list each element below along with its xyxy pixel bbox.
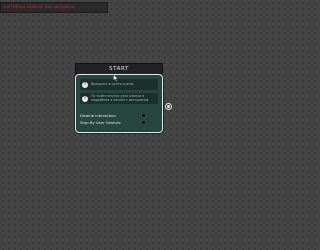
stop-by-user-gesture-checkbox[interactable] — [141, 120, 146, 125]
output-port-dot — [167, 105, 170, 108]
node-message-text: По тыйте внутри узла кнопки и подробнее … — [91, 93, 150, 102]
disable-interaction-checkbox[interactable] — [141, 113, 146, 118]
option-label: Disable Interaction — [80, 113, 116, 118]
option-disable-interaction: Disable Interaction — [80, 113, 146, 118]
output-port[interactable] — [165, 103, 172, 110]
info-icon: ! — [82, 81, 88, 88]
node-message-text: Вращаясь в центр сцены. — [91, 81, 135, 86]
info-icon: ! — [82, 95, 88, 102]
error-text: ыз?ябяы ирвзяг вы зыярвыя — [4, 5, 75, 10]
start-node-header[interactable]: START — [75, 63, 163, 74]
mouse-cursor-icon — [113, 74, 119, 82]
node-message-2: ! По тыйте внутри узла кнопки и подробне… — [80, 93, 158, 104]
option-stop-by-user-gesture: Stop By User Gesture — [80, 120, 146, 125]
option-label: Stop By User Gesture — [80, 120, 121, 125]
error-banner: ыз?ябяы ирвзяг вы зыярвыя — [0, 2, 108, 13]
start-node-body[interactable]: ! Вращаясь в центр сцены. ! По тыйте вну… — [75, 74, 163, 133]
node-title: START — [109, 65, 129, 72]
node-message-1: ! Вращаясь в центр сцены. — [80, 79, 158, 90]
